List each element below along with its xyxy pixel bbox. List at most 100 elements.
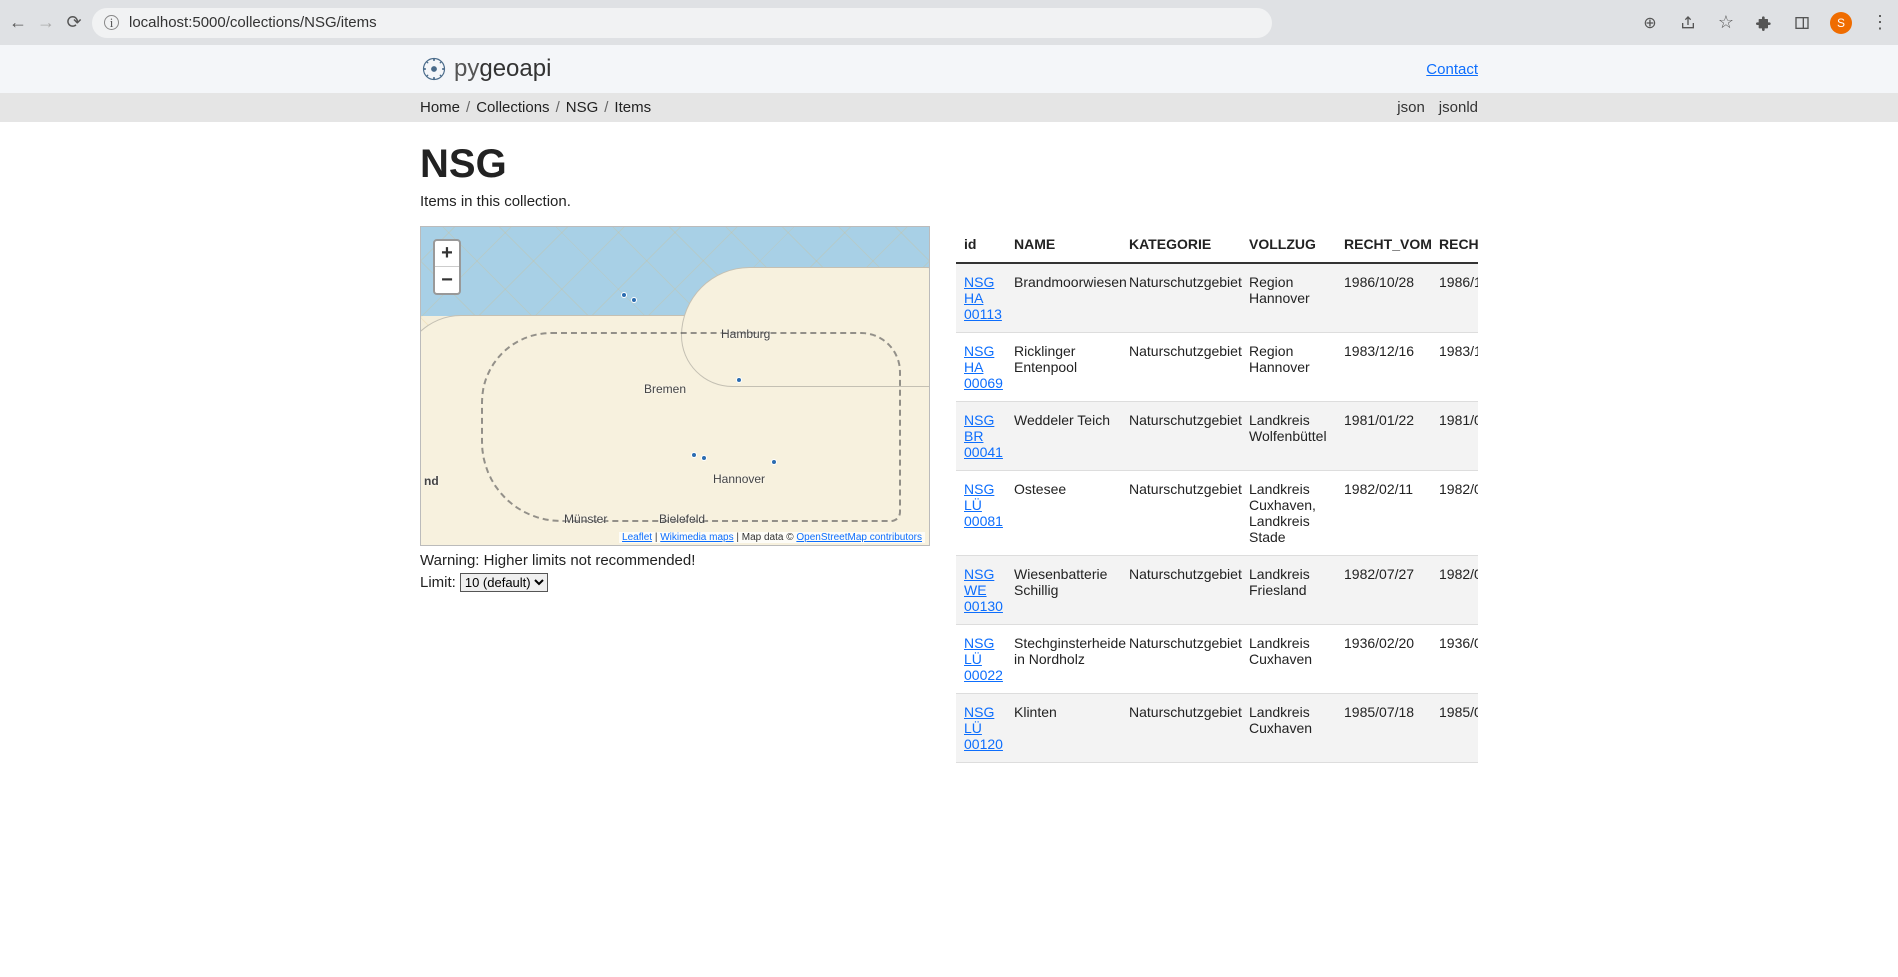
cell-vollzug: Landkreis Cuxhaven [1241,694,1336,763]
page-subtitle: Items in this collection. [420,193,1478,210]
th-recht-s: RECHT_S [1431,226,1478,263]
cell-recht-s: 1986/11/ [1431,263,1478,333]
url-text: localhost:5000/collections/NSG/items [129,14,377,31]
cell-kategorie: Naturschutzgebiet [1121,694,1241,763]
format-json[interactable]: json [1397,99,1425,116]
cell-recht-s: 1982/08/ [1431,556,1478,625]
menu-icon[interactable]: ⋮ [1870,13,1890,33]
cell-recht-vom: 1986/10/28 [1336,263,1431,333]
cell-vollzug: Landkreis Wolfenbüttel [1241,402,1336,471]
cell-recht-vom: 1936/02/20 [1336,625,1431,694]
cell-recht-s: 1982/03/ [1431,471,1478,556]
limit-select[interactable]: 10 (default) [460,573,548,592]
cell-kategorie: Naturschutzgebiet [1121,556,1241,625]
crumb-nsg[interactable]: NSG [566,99,599,116]
map-label-bremen: Bremen [644,382,686,396]
omnibox[interactable]: i localhost:5000/collections/NSG/items [92,8,1272,38]
th-recht-vom: RECHT_VOM [1336,226,1431,263]
cell-vollzug: Landkreis Friesland [1241,556,1336,625]
th-vollzug: VOLLZUG [1241,226,1336,263]
cell-recht-s: 1985/08/ [1431,694,1478,763]
cell-name: Weddeler Teich [1006,402,1121,471]
cell-name: Stechginsterheide in Nordholz [1006,625,1121,694]
cell-name: Klinten [1006,694,1121,763]
profile-avatar[interactable]: S [1830,12,1852,34]
cell-recht-vom: 1982/02/11 [1336,471,1431,556]
logo-text-1: py [454,55,479,82]
table-header-row: id NAME KATEGORIE VOLLZUG RECHT_VOM RECH… [956,226,1478,263]
table-row: NSG HA 00113BrandmoorwiesenNaturschutzge… [956,263,1478,333]
format-links: json jsonld [1397,99,1478,116]
crumb-collections[interactable]: Collections [476,99,549,116]
zoom-icon[interactable]: ⊕ [1640,13,1660,33]
sidepanel-icon[interactable] [1792,13,1812,33]
map-label-bielefeld: Bielefeld [659,512,705,526]
browser-chrome: ← → ⟳ i localhost:5000/collections/NSG/i… [0,0,1898,45]
cell-kategorie: Naturschutzgebiet [1121,333,1241,402]
items-table: id NAME KATEGORIE VOLLZUG RECHT_VOM RECH… [956,226,1478,763]
cell-kategorie: Naturschutzgebiet [1121,263,1241,333]
cell-recht-vom: 1981/01/22 [1336,402,1431,471]
cell-recht-vom: 1982/07/27 [1336,556,1431,625]
forward-icon[interactable]: → [36,13,56,33]
table-row: NSG LÜ 00022Stechginsterheide in Nordhol… [956,625,1478,694]
map[interactable]: Hamburg Bremen Hannover Münster Bielefel… [420,226,930,546]
extensions-icon[interactable] [1754,13,1774,33]
crumb-items: Items [614,99,651,116]
item-id-link[interactable]: NSG BR 00041 [964,412,1003,460]
item-id-link[interactable]: NSG HA 00113 [964,274,1002,322]
attrib-leaflet[interactable]: Leaflet [622,532,652,543]
cell-recht-s: 1983/12/ [1431,333,1478,402]
zoom-out-button[interactable]: − [435,267,459,293]
cell-recht-s: 1936/02/ [1431,625,1478,694]
site-info-icon[interactable]: i [104,15,119,30]
item-id-link[interactable]: NSG HA 00069 [964,343,1003,391]
logo[interactable]: pygeoapi [420,55,1478,83]
table-row: NSG HA 00069Ricklinger EntenpoolNatursch… [956,333,1478,402]
table-row: NSG LÜ 00081OsteseeNaturschutzgebietLand… [956,471,1478,556]
cell-recht-s: 1981/02/ [1431,402,1478,471]
cell-kategorie: Naturschutzgebiet [1121,402,1241,471]
table-row: NSG LÜ 00120KlintenNaturschutzgebietLand… [956,694,1478,763]
breadcrumb: Home / Collections / NSG / Items [420,99,1478,116]
breadcrumb-bar: Home / Collections / NSG / Items json js… [0,93,1898,122]
map-label-munster: Münster [564,512,607,526]
th-id: id [956,226,1006,263]
format-jsonld[interactable]: jsonld [1439,99,1478,116]
cell-kategorie: Naturschutzgebiet [1121,625,1241,694]
item-id-link[interactable]: NSG LÜ 00081 [964,481,1003,529]
logo-icon [420,55,448,83]
item-id-link[interactable]: NSG LÜ 00120 [964,704,1003,752]
top-bar: pygeoapi Contact [0,45,1898,93]
page-title: NSG [420,142,1478,187]
reload-icon[interactable]: ⟳ [64,13,84,33]
table-row: NSG BR 00041Weddeler TeichNaturschutzgeb… [956,402,1478,471]
star-icon[interactable]: ☆ [1716,13,1736,33]
back-icon[interactable]: ← [8,13,28,33]
item-id-link[interactable]: NSG WE 00130 [964,566,1003,614]
share-icon[interactable] [1678,13,1698,33]
attrib-osm[interactable]: OpenStreetMap contributors [796,532,922,543]
map-label-nd: nd [424,474,439,488]
cell-vollzug: Landkreis Cuxhaven, Landkreis Stade [1241,471,1336,556]
cell-name: Ostesee [1006,471,1121,556]
cell-vollzug: Region Hannover [1241,333,1336,402]
map-attribution: Leaflet | Wikimedia maps | Map data © Op… [619,532,925,543]
table-row: NSG WE 00130Wiesenbatterie SchilligNatur… [956,556,1478,625]
th-name: NAME [1006,226,1121,263]
cell-vollzug: Region Hannover [1241,263,1336,333]
crumb-home[interactable]: Home [420,99,460,116]
cell-name: Brandmoorwiesen [1006,263,1121,333]
item-id-link[interactable]: NSG LÜ 00022 [964,635,1003,683]
map-label-hamburg: Hamburg [721,327,770,341]
cell-recht-vom: 1983/12/16 [1336,333,1431,402]
zoom-in-button[interactable]: + [435,241,459,267]
limit-label: Limit: [420,574,456,591]
map-label-hannover: Hannover [713,472,765,486]
limit-warning: Warning: Higher limits not recommended! [420,552,930,569]
attrib-wikimedia[interactable]: Wikimedia maps [660,532,733,543]
cell-kategorie: Naturschutzgebiet [1121,471,1241,556]
cell-recht-vom: 1985/07/18 [1336,694,1431,763]
th-kategorie: KATEGORIE [1121,226,1241,263]
contact-link[interactable]: Contact [1426,61,1478,78]
